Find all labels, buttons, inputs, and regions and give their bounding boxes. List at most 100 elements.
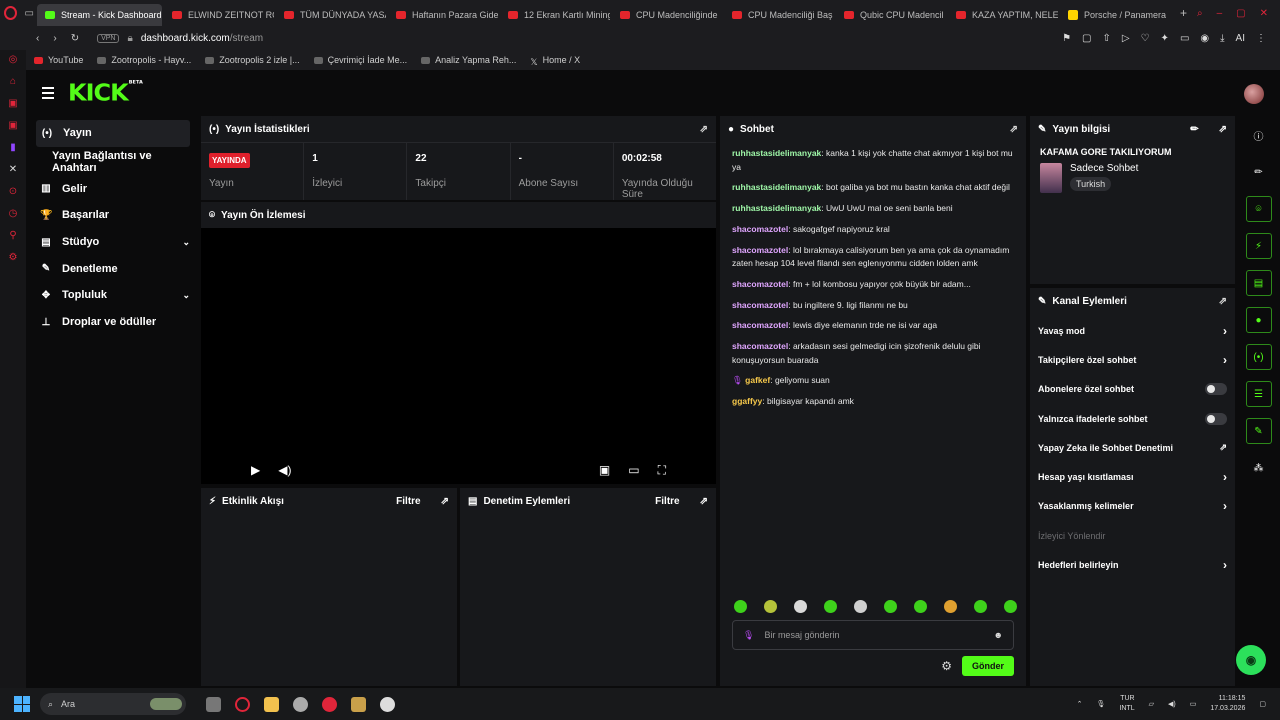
extensions-icon[interactable]: ✦ xyxy=(1161,33,1169,44)
input-language[interactable]: TUR INTL xyxy=(1119,694,1134,714)
sidebar-instagram-icon[interactable]: ▣ xyxy=(8,120,17,131)
profile-icon[interactable]: ◉ xyxy=(1200,33,1209,44)
chevron-down-icon[interactable]: ⌄ xyxy=(182,237,190,248)
workspaces-icon[interactable]: ▭ xyxy=(22,8,37,19)
sidebar-item-5[interactable]: ▤ Stüdyo ⌄ xyxy=(26,229,200,256)
emote-icon[interactable] xyxy=(944,600,957,613)
browser-tab[interactable]: 12 Ekran Kartlı Mining xyxy=(500,4,610,26)
chat-username[interactable]: ruhhastasidelimanyak xyxy=(732,148,821,158)
wrench-widget-icon[interactable]: ✎ xyxy=(1245,418,1272,444)
add-widget-icon[interactable]: ⁂ xyxy=(1246,455,1272,481)
emote-icon[interactable] xyxy=(1004,600,1017,613)
task-view-icon[interactable] xyxy=(206,696,221,712)
pip-icon[interactable]: ▣ xyxy=(599,463,610,478)
sidebar-pin-icon[interactable]: ⚲ xyxy=(9,230,16,241)
moderation-widget-icon[interactable]: ▤ xyxy=(1245,270,1272,296)
emote-icon[interactable] xyxy=(974,600,987,613)
play-button-icon[interactable]: ▶ xyxy=(251,463,260,478)
emote-icon[interactable] xyxy=(734,600,747,613)
windows-start-icon[interactable] xyxy=(14,696,30,712)
sidebar-twitch-icon[interactable]: ▮ xyxy=(10,142,16,153)
activity-widget-icon[interactable]: ⚡︎ xyxy=(1245,233,1272,259)
bookmark-item[interactable]: Analiz Yapma Reh... xyxy=(421,55,516,65)
sidebar-item-4[interactable]: 🏆 Başarılar xyxy=(26,202,200,229)
browser-tab[interactable]: TÜM DÜNYADA YASA xyxy=(276,4,386,26)
chat-username[interactable]: ruhhastasidelimanyak xyxy=(732,203,821,213)
channel-action-item[interactable]: Takipçilere özel sohbet › xyxy=(1030,345,1235,374)
filter-button[interactable]: Filtre xyxy=(396,496,420,507)
channel-action-item[interactable]: Hedefleri belirleyin › xyxy=(1030,550,1235,579)
emote-icon[interactable] xyxy=(824,600,837,613)
support-chat-button[interactable]: ◉ xyxy=(1236,645,1266,675)
preview-widget-icon[interactable]: ⌾ xyxy=(1245,196,1272,222)
reload-icon[interactable]: ↻ xyxy=(71,33,79,44)
sidebar-messenger-icon[interactable]: ▣ xyxy=(8,98,17,109)
microphone-app-icon[interactable] xyxy=(322,696,337,712)
chat-widget-icon[interactable]: ● xyxy=(1245,307,1272,333)
menu-icon[interactable]: ⋮ xyxy=(1256,33,1266,44)
chat-username[interactable]: gafkef xyxy=(745,375,770,385)
sidebar-history-icon[interactable]: ◷ xyxy=(9,208,18,219)
notifications-icon[interactable]: ▢ xyxy=(1259,700,1266,708)
browser-tab[interactable]: CPU Madenciliğinde xyxy=(612,4,722,26)
wallet-icon[interactable]: ▭ xyxy=(1180,33,1189,44)
popout-icon[interactable]: ⇗ xyxy=(700,496,708,507)
chat-username[interactable]: shacomazotel xyxy=(732,320,788,330)
category-name[interactable]: Sadece Sohbet xyxy=(1070,163,1138,174)
toggle-switch[interactable] xyxy=(1205,383,1227,396)
channel-action-item[interactable]: Yapay Zeka ile Sohbet Denetimi ⇗ xyxy=(1030,433,1235,462)
sidebar-item-7[interactable]: ✥ Topluluk ⌄ xyxy=(26,282,200,309)
bookmark-item[interactable]: YouTube xyxy=(34,55,83,65)
chat-username[interactable]: shacomazotel xyxy=(732,341,788,351)
battery-icon[interactable]: ▭ xyxy=(1190,700,1197,708)
browser-tab[interactable]: Stream - Kick Dashboard xyxy=(36,4,162,26)
taskbar-search[interactable]: ⌕ Ara xyxy=(40,693,186,715)
bookmark-item[interactable]: Zootropolis - Hayv... xyxy=(97,55,191,65)
toggle-switch[interactable] xyxy=(1205,412,1227,425)
chat-username[interactable]: ruhhastasidelimanyak xyxy=(732,182,821,192)
sidebar-item-3[interactable]: ▥ Gelir xyxy=(26,175,200,202)
forward-icon[interactable]: › xyxy=(53,33,56,44)
browser-tab[interactable]: Porsche / Panamera xyxy=(1060,4,1170,26)
emote-icon[interactable] xyxy=(794,600,807,613)
channel-action-item[interactable]: Yavaş mod › xyxy=(1030,316,1235,345)
avatar[interactable] xyxy=(1244,84,1264,104)
chat-username[interactable]: shacomazotel xyxy=(732,279,788,289)
sidebar-item-6[interactable]: ✎ Denetleme xyxy=(26,255,200,282)
search-tabs-icon[interactable]: ⌕ xyxy=(1197,8,1203,19)
hamburger-menu-icon[interactable] xyxy=(42,87,54,99)
sidebar-x-icon[interactable]: ✕ xyxy=(9,164,17,175)
chat-username[interactable]: shacomazotel xyxy=(732,300,788,310)
opera-logo-icon[interactable] xyxy=(0,0,22,26)
clock[interactable]: 11:18:15 17.03.2026 xyxy=(1210,694,1245,714)
chat-settings-icon[interactable]: ⚙ xyxy=(941,659,952,673)
sidebar-player-icon[interactable]: ⊙ xyxy=(9,186,17,197)
back-icon[interactable]: ‹ xyxy=(36,33,39,44)
chevron-down-icon[interactable]: ⌄ xyxy=(182,290,190,301)
popout-icon[interactable]: ⇗ xyxy=(441,496,449,507)
sidebar-item-8[interactable]: ⊥ Droplar ve ödüller xyxy=(26,309,200,336)
popout-icon[interactable]: ⇗ xyxy=(1219,124,1227,135)
network-icon[interactable]: ▱ xyxy=(1149,700,1154,708)
tray-mic-icon[interactable]: 🎙︎ xyxy=(1097,700,1106,708)
sidebar-ai-icon[interactable]: ⌂ xyxy=(10,76,16,87)
edit-icon[interactable]: ✏ xyxy=(1246,159,1272,185)
browser-tab[interactable]: ELWIND ZEITNOT RO xyxy=(164,4,274,26)
sidebar-item-2[interactable]: Yayın Bağlantısı ve Anahtarı xyxy=(26,149,200,176)
theater-mode-icon[interactable]: ▭ xyxy=(628,463,639,478)
emote-icon[interactable] xyxy=(914,600,927,613)
info-icon[interactable]: ⓘ xyxy=(1246,122,1272,148)
url-field[interactable]: dashboard.kick.com/stream xyxy=(141,33,263,44)
bookmark-item[interactable]: Çevrimiçi İade Me... xyxy=(313,55,407,65)
app-icon[interactable] xyxy=(293,696,308,712)
browser-tab[interactable]: KAZA YAPTIM, NELE xyxy=(948,4,1058,26)
chat-username[interactable]: shacomazotel xyxy=(732,245,788,255)
actions-widget-icon[interactable]: ☰ xyxy=(1245,381,1272,407)
heart-icon[interactable]: ♡ xyxy=(1141,33,1150,44)
send-button[interactable]: Gönder xyxy=(961,656,1014,676)
close-icon[interactable]: ✕ xyxy=(1260,8,1268,19)
bookmark-icon[interactable]: ⚑ xyxy=(1062,33,1071,44)
browser-tab[interactable]: Haftanın Pazara Gide xyxy=(388,4,498,26)
file-explorer-icon[interactable] xyxy=(264,696,279,712)
chevron-right-icon[interactable]: › xyxy=(1223,470,1227,484)
